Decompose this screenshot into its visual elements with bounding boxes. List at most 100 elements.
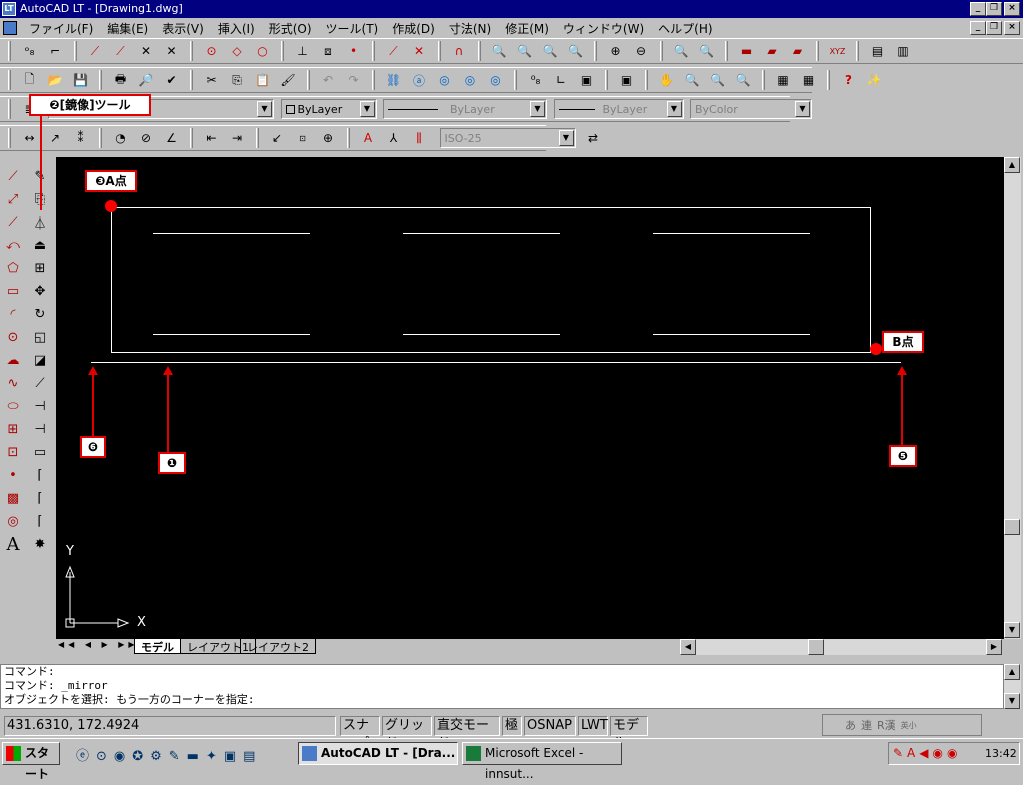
task-excel[interactable]: Microsoft Excel - innsut... — [462, 742, 622, 781]
zoom-dynamic-icon[interactable]: 🔍 — [515, 41, 535, 61]
polyline-icon[interactable]: ⤺ — [2, 234, 24, 256]
trim-icon[interactable]: ⟋ — [29, 372, 51, 394]
vertical-scrollbar[interactable]: ▲ ▼ — [1004, 157, 1021, 639]
close-button[interactable]: × — [1004, 2, 1020, 16]
minimize-button[interactable]: _ — [970, 2, 986, 16]
xline-icon[interactable]: ⤢ — [2, 188, 24, 210]
dimstyle-dropdown[interactable]: ISO-25 ▼ — [439, 128, 576, 148]
menu-item[interactable]: 作成(D) — [385, 20, 442, 37]
hscroll-thumb[interactable] — [808, 639, 824, 655]
ime-roman-kanji[interactable]: R漢 — [877, 717, 896, 733]
snap-midpoint-icon[interactable]: ⟋ — [111, 41, 131, 61]
snap-none-icon[interactable]: ✕ — [409, 41, 429, 61]
menu-item[interactable]: ファイル(F) — [22, 20, 100, 37]
menu-item[interactable]: ウィンドウ(W) — [556, 20, 651, 37]
coordinate-readout[interactable]: 431.6310, 172.4924 — [4, 716, 336, 736]
polar-toggle[interactable]: 極 — [502, 716, 522, 736]
snap-perpendicular-icon[interactable]: ⊥ — [293, 41, 313, 61]
list-icon[interactable]: ▤ — [868, 41, 888, 61]
command-line-3[interactable]: オブジェクトを選択: もう一方のコーナーを指定: — [4, 693, 1003, 707]
hyperlink-icon[interactable]: ⛓ — [384, 70, 404, 90]
ellipse-icon[interactable]: ⬭ — [2, 395, 24, 417]
zoom-window2-icon[interactable]: 🔍 — [708, 70, 728, 90]
distance-icon[interactable]: ▥ — [893, 41, 913, 61]
new-file-icon[interactable]: 🗋 — [20, 70, 40, 90]
zoom-scale-icon[interactable]: 🔍 — [540, 41, 560, 61]
leader-icon[interactable]: ↙ — [267, 128, 287, 148]
menu-item[interactable]: 表示(V) — [155, 20, 211, 37]
snap-center-icon[interactable]: ⊙ — [202, 41, 222, 61]
match-properties-icon[interactable]: 🖌 — [278, 70, 298, 90]
zoom-center-icon[interactable]: 🔍 — [566, 41, 586, 61]
snap-node-icon[interactable]: • — [344, 41, 364, 61]
drawing-canvas[interactable]: Y X — [56, 157, 1004, 639]
command-scrollbar[interactable]: ▲ ▼ — [1004, 664, 1021, 709]
scroll-left-button[interactable]: ◀ — [680, 639, 696, 655]
zoom-out-icon[interactable]: ⊖ — [631, 41, 651, 61]
ime-hiragana[interactable]: あ — [845, 717, 856, 733]
snap-intersection-icon[interactable]: ✕ — [136, 41, 156, 61]
drawing-rectangle[interactable] — [111, 207, 871, 353]
dim-update-icon[interactable]: ⫼ — [409, 128, 429, 148]
zoom-previous-icon[interactable]: 🔍 — [733, 70, 753, 90]
zoom-extents-icon[interactable]: 🔍 — [697, 41, 717, 61]
menu-item[interactable]: ヘルプ(H) — [651, 20, 719, 37]
insert-block-icon[interactable]: ⊞ — [2, 418, 24, 440]
ime-continuous[interactable]: 連 — [861, 717, 872, 733]
rotate-icon[interactable]: ↻ — [29, 303, 51, 325]
horizontal-scrollbar[interactable]: ◀ ▶ — [680, 639, 1002, 655]
dim-aligned-icon[interactable]: ↗ — [45, 128, 65, 148]
array-icon[interactable]: ⊞ — [29, 257, 51, 279]
move-icon[interactable]: ✥ — [29, 280, 51, 302]
chamfer-icon[interactable]: ⌈ — [29, 464, 51, 486]
paste-icon[interactable]: 📋 — [253, 70, 273, 90]
layer-settings-icon[interactable]: ▰ — [788, 41, 808, 61]
menu-item[interactable]: 編集(E) — [100, 20, 155, 37]
fillet2-icon[interactable]: ⌈ — [29, 510, 51, 532]
restore-button[interactable]: ❐ — [986, 2, 1002, 16]
scroll-up-button[interactable]: ▲ — [1004, 157, 1020, 173]
polygon-icon[interactable]: ⬠ — [2, 257, 24, 279]
linetype-dropdown[interactable]: ByLayer ▼ — [383, 99, 547, 119]
explode-icon[interactable]: ✸ — [29, 533, 51, 555]
stretch-icon[interactable]: ◪ — [29, 349, 51, 371]
osnap-settings-icon[interactable]: ∩ — [449, 41, 469, 61]
autocad-app-icon[interactable]: LT — [2, 2, 16, 16]
tab-layout2[interactable]: レイアウト2 — [240, 639, 316, 654]
zoom-realtime-icon[interactable]: 🔍 — [682, 70, 702, 90]
tracking-icon[interactable]: ⌐ — [45, 41, 65, 61]
line-icon[interactable]: ⟋ — [2, 165, 24, 187]
viewport-icon[interactable]: ▣ — [577, 70, 597, 90]
save-icon[interactable]: 💾 — [71, 70, 91, 90]
scroll-thumb[interactable] — [1004, 519, 1020, 535]
undo-icon[interactable]: ↶ — [318, 70, 338, 90]
menu-item[interactable]: 寸法(N) — [442, 20, 498, 37]
ime-eng-small[interactable]: 英小 — [901, 720, 917, 731]
revcloud-icon[interactable]: ☁ — [2, 349, 24, 371]
dim-radius-icon[interactable]: ◔ — [111, 128, 131, 148]
print-icon[interactable]: 🖶 — [111, 70, 131, 90]
quick-launch-icons[interactable]: ⓔ⊙◉✪⚙✎▬✦▣▤ — [76, 745, 262, 764]
dim-linear-icon[interactable]: ↔ — [20, 128, 40, 148]
menu-item[interactable]: 挿入(I) — [211, 20, 262, 37]
menu-item[interactable]: ツール(T) — [319, 20, 386, 37]
task-autocad[interactable]: AutoCAD LT - [Dra... — [298, 742, 458, 765]
copy-icon[interactable]: ⎘ — [227, 70, 247, 90]
plotstyle-dropdown[interactable]: ByColor ▼ — [690, 99, 812, 119]
color-dropdown[interactable]: ByLayer ▼ — [280, 99, 377, 119]
scroll-down-button[interactable]: ▼ — [1004, 622, 1020, 638]
cut-icon[interactable]: ✂ — [202, 70, 222, 90]
design-center-icon[interactable]: ▦ — [799, 70, 819, 90]
grid-toggle[interactable]: グリッド — [382, 716, 432, 751]
scale-icon[interactable]: ◱ — [29, 326, 51, 348]
help-icon[interactable]: ? — [839, 70, 859, 90]
mirror-icon[interactable]: ⏃ — [29, 211, 51, 233]
ortho-toggle[interactable]: 直交モード — [434, 716, 500, 751]
mtext-icon[interactable]: A — [2, 533, 24, 555]
tab-nav-buttons[interactable]: ◀◀ ◀ ▶ ▶▶ — [58, 640, 139, 649]
publish-icon[interactable]: ◎ — [460, 70, 480, 90]
snap-toggle[interactable]: スナップ — [340, 716, 380, 751]
ucs-icon[interactable]: ∟ — [551, 70, 571, 90]
tolerance-icon[interactable]: ⊡ — [293, 128, 313, 148]
dim-text-edit-icon[interactable]: ⅄ — [384, 128, 404, 148]
